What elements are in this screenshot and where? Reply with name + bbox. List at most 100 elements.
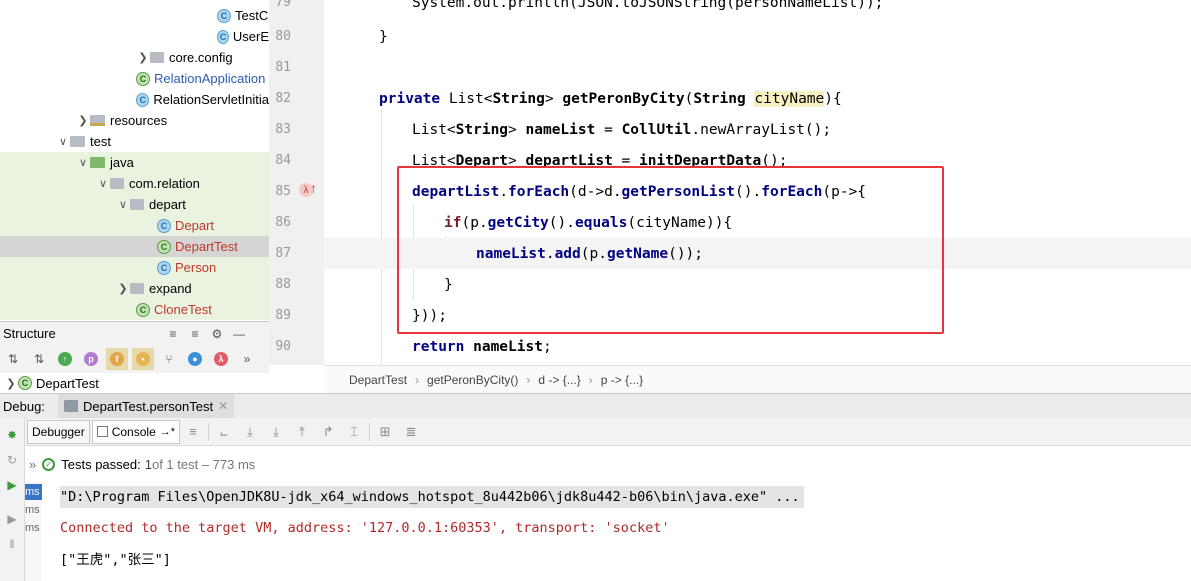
tree-item-usere[interactable]: C UserE [0, 26, 269, 47]
tree-item-label: Person [175, 260, 217, 275]
show-non-public-icon[interactable]: • [132, 348, 154, 370]
show-anonymous-icon[interactable]: ⑂ [158, 348, 180, 370]
more-icon[interactable]: » [236, 348, 258, 370]
code-text: newArrayList [700, 121, 805, 138]
tree-item-departtest[interactable]: C DepartTest [0, 236, 269, 257]
tree-item-relation-servlet-initializer[interactable]: C RelationServletInitia [0, 89, 269, 110]
spring-class-icon: C [136, 71, 150, 86]
annotation-highlight-box [397, 166, 944, 334]
console-line: Connected to the target VM, address: '12… [60, 520, 670, 536]
chevron-right-icon[interactable]: ❯ [116, 282, 130, 295]
show-properties-icon[interactable]: p [80, 348, 102, 370]
test-class-icon: C [18, 376, 32, 390]
breadcrumb-separator-icon: › [588, 372, 593, 387]
timing-label[interactable]: ms [25, 502, 42, 518]
chevron-down-icon[interactable]: ∨ [56, 135, 70, 148]
tree-item-clonetest[interactable]: C CloneTest [0, 299, 269, 320]
tree-item-depart-package[interactable]: ∨ depart [0, 194, 269, 215]
minimize-icon[interactable]: — [228, 323, 250, 345]
rerun-icon[interactable]: ↻ [3, 451, 21, 469]
tree-item-depart-class[interactable]: C Depart [0, 215, 269, 236]
chevron-down-icon[interactable]: ∨ [96, 177, 110, 190]
tree-item-label: java [110, 155, 134, 170]
structure-panel-header: Structure ≡ ≡ ⚙ — [0, 321, 269, 345]
structure-item-label: DepartTest [36, 375, 99, 391]
tree-item-label: Depart [175, 218, 215, 233]
step-out-icon[interactable]: ⤒ [289, 421, 315, 443]
code-text: cityName [754, 90, 825, 107]
tree-item-testc[interactable]: C TestC [0, 5, 269, 26]
show-lambdas-icon[interactable]: λ [210, 348, 232, 370]
expand-chevron-icon[interactable]: » [29, 457, 36, 472]
debug-label: Debug: [3, 398, 45, 414]
line-number: 83 [275, 122, 291, 137]
show-execution-point-icon[interactable]: ⨽ [211, 421, 237, 443]
line-number: 90 [275, 339, 291, 354]
chevron-right-icon[interactable]: ❯ [136, 51, 150, 64]
structure-item-departtest[interactable]: ❯ C DepartTest [0, 373, 269, 393]
breadcrumb-item[interactable]: p -> {...} [601, 373, 643, 387]
tab-debugger[interactable]: Debugger [27, 419, 90, 444]
debug-session-tab[interactable]: DepartTest.personTest ✕ [58, 393, 235, 419]
chevron-right-icon[interactable]: ❯ [76, 114, 90, 127]
code-text: List [448, 90, 484, 107]
class-icon: C [217, 8, 231, 23]
close-icon[interactable]: ✕ [218, 399, 228, 413]
line-number: 81 [275, 60, 291, 75]
evaluate-expression-icon[interactable]: ⌶ [341, 421, 367, 443]
step-over-icon[interactable]: ⤓ [237, 421, 263, 443]
sort-alphabetically-icon[interactable]: ⇅ [28, 348, 50, 370]
test-class-icon: C [136, 302, 150, 317]
tree-item-resources[interactable]: ❯ resources [0, 110, 269, 131]
step-into-icon[interactable]: ⤓ [263, 421, 289, 443]
class-icon: C [136, 92, 150, 107]
gear-icon[interactable]: ⚙ [206, 323, 228, 345]
tree-item-java[interactable]: ∨ java [0, 152, 269, 173]
breadcrumb-item[interactable]: getPeronByCity() [427, 373, 518, 387]
show-fields-icon[interactable]: f [106, 348, 128, 370]
table-icon[interactable]: ⊞ [372, 421, 398, 443]
timing-label[interactable]: ms [25, 484, 42, 500]
collapse-all-icon[interactable]: ≡ [184, 323, 206, 345]
tree-item-core-config[interactable]: ❯ core.config [0, 47, 269, 68]
tree-item-label: depart [149, 197, 186, 212]
tab-console[interactable]: Console →* [91, 419, 181, 444]
test-status-row: » ✓ Tests passed: 1 of 1 test – 773 ms [25, 446, 1191, 482]
tree-item-label: core.config [169, 50, 233, 65]
breadcrumb: DepartTest › getPeronByCity() › d -> {..… [324, 365, 1191, 393]
breadcrumb-separator-icon: › [415, 372, 420, 387]
code-text: ){ [824, 90, 842, 107]
chevron-down-icon[interactable]: ∨ [76, 156, 90, 169]
tree-item-relation-application[interactable]: C RelationApplication [0, 68, 269, 89]
console-output[interactable]: "D:\Program Files\OpenJDK8U-jdk_x64_wind… [42, 482, 1191, 581]
code-text: nameList [525, 121, 596, 138]
code-text: > [544, 90, 563, 107]
class-icon: C [217, 29, 229, 44]
bug-icon[interactable]: ✸ [3, 426, 21, 444]
tree-item-com-relation[interactable]: ∨ com.relation [0, 173, 269, 194]
chevron-down-icon[interactable]: ∨ [116, 198, 130, 211]
run-config-icon [64, 400, 78, 412]
layout-icon[interactable]: ≡ [180, 421, 206, 443]
timing-label[interactable]: ms [25, 520, 42, 536]
pause-icon[interactable]: ‖ [3, 535, 21, 553]
code-text: System.out.println(JSON.toJSONString(per… [412, 0, 884, 11]
breadcrumb-item[interactable]: d -> {...} [538, 373, 580, 387]
code-text: String [455, 121, 509, 138]
resume-icon[interactable]: ▶ [3, 476, 21, 494]
run-to-cursor-icon[interactable]: ↱ [315, 421, 341, 443]
tree-item-expand[interactable]: ❯ expand [0, 278, 269, 299]
code-text: > [508, 121, 526, 138]
breadcrumb-item[interactable]: DepartTest [349, 373, 407, 387]
tree-item-label: RelationServletInitia [153, 92, 269, 107]
step-icon[interactable]: ▶ [3, 510, 21, 528]
override-arrow-icon[interactable]: ↑ [310, 180, 317, 196]
expand-all-icon[interactable]: ≡ [162, 323, 184, 345]
show-inherited-icon[interactable]: ↑ [54, 348, 76, 370]
settings-list-icon[interactable]: ≣ [398, 421, 424, 443]
chevron-right-icon[interactable]: ❯ [4, 377, 18, 390]
tree-item-test[interactable]: ∨ test [0, 131, 269, 152]
sort-by-type-icon[interactable]: ⇅ [2, 348, 24, 370]
tree-item-person[interactable]: C Person [0, 257, 269, 278]
show-lambdas-circle-icon[interactable]: ● [184, 348, 206, 370]
